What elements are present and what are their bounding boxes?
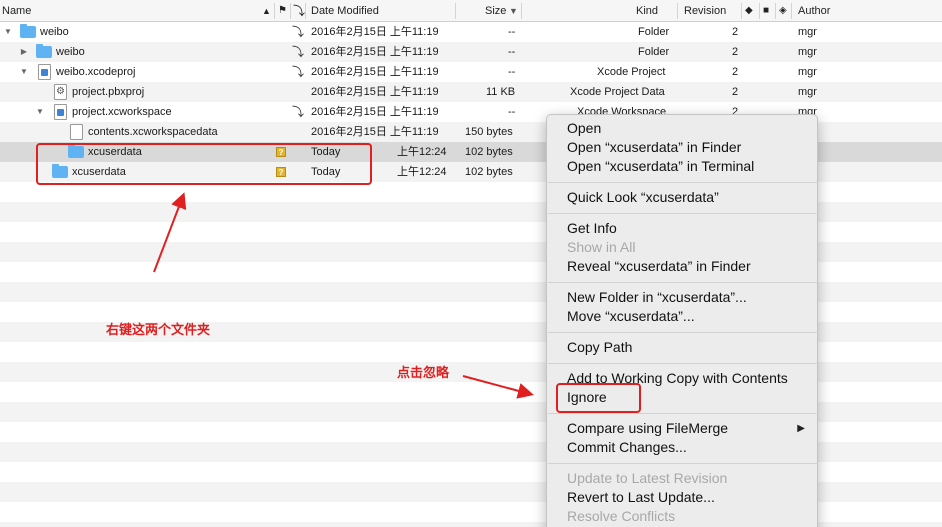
highlight-box-ignore [556,383,641,413]
menu-separator [548,213,818,214]
menu-item-reveal-in-finder[interactable]: Reveal “xcuserdata” in Finder [567,257,751,276]
arrow-to-folders [153,192,187,273]
submenu-arrow-icon: ▶ [797,423,805,434]
annotation-click-ignore: 点击忽略 [397,366,450,381]
menu-item-compare-filemerge[interactable]: Compare using FileMerge [567,419,728,438]
menu-item-resolve-conflicts: Resolve Conflicts [567,508,676,524]
menu-separator [548,413,818,414]
menu-item-show-in-all: Show in All [567,239,636,255]
menu-separator [548,463,818,464]
arrow-to-ignore [462,375,534,399]
menu-separator [548,363,818,364]
menu-item-move[interactable]: Move “xcuserdata”... [567,307,695,326]
menu-separator [548,282,818,283]
menu-item-copy-path[interactable]: Copy Path [567,338,632,357]
menu-item-open[interactable]: Open [567,119,601,138]
menu-item-open-in-finder[interactable]: Open “xcuserdata” in Finder [567,138,741,157]
annotation-right-click: 右键这两个文件夹 [106,323,211,338]
context-menu: Open Open “xcuserdata” in Finder Open “x… [546,114,818,527]
menu-separator [548,182,818,183]
menu-item-open-in-terminal[interactable]: Open “xcuserdata” in Terminal [567,157,754,176]
menu-item-commit-changes[interactable]: Commit Changes... [567,438,687,457]
menu-item-quick-look[interactable]: Quick Look “xcuserdata” [567,188,719,207]
menu-item-get-info[interactable]: Get Info [567,219,617,238]
menu-separator [548,332,818,333]
menu-item-update-latest-revision: Update to Latest Revision [567,470,728,486]
menu-item-new-folder[interactable]: New Folder in “xcuserdata”... [567,288,747,307]
menu-item-revert[interactable]: Revert to Last Update... [567,488,715,507]
